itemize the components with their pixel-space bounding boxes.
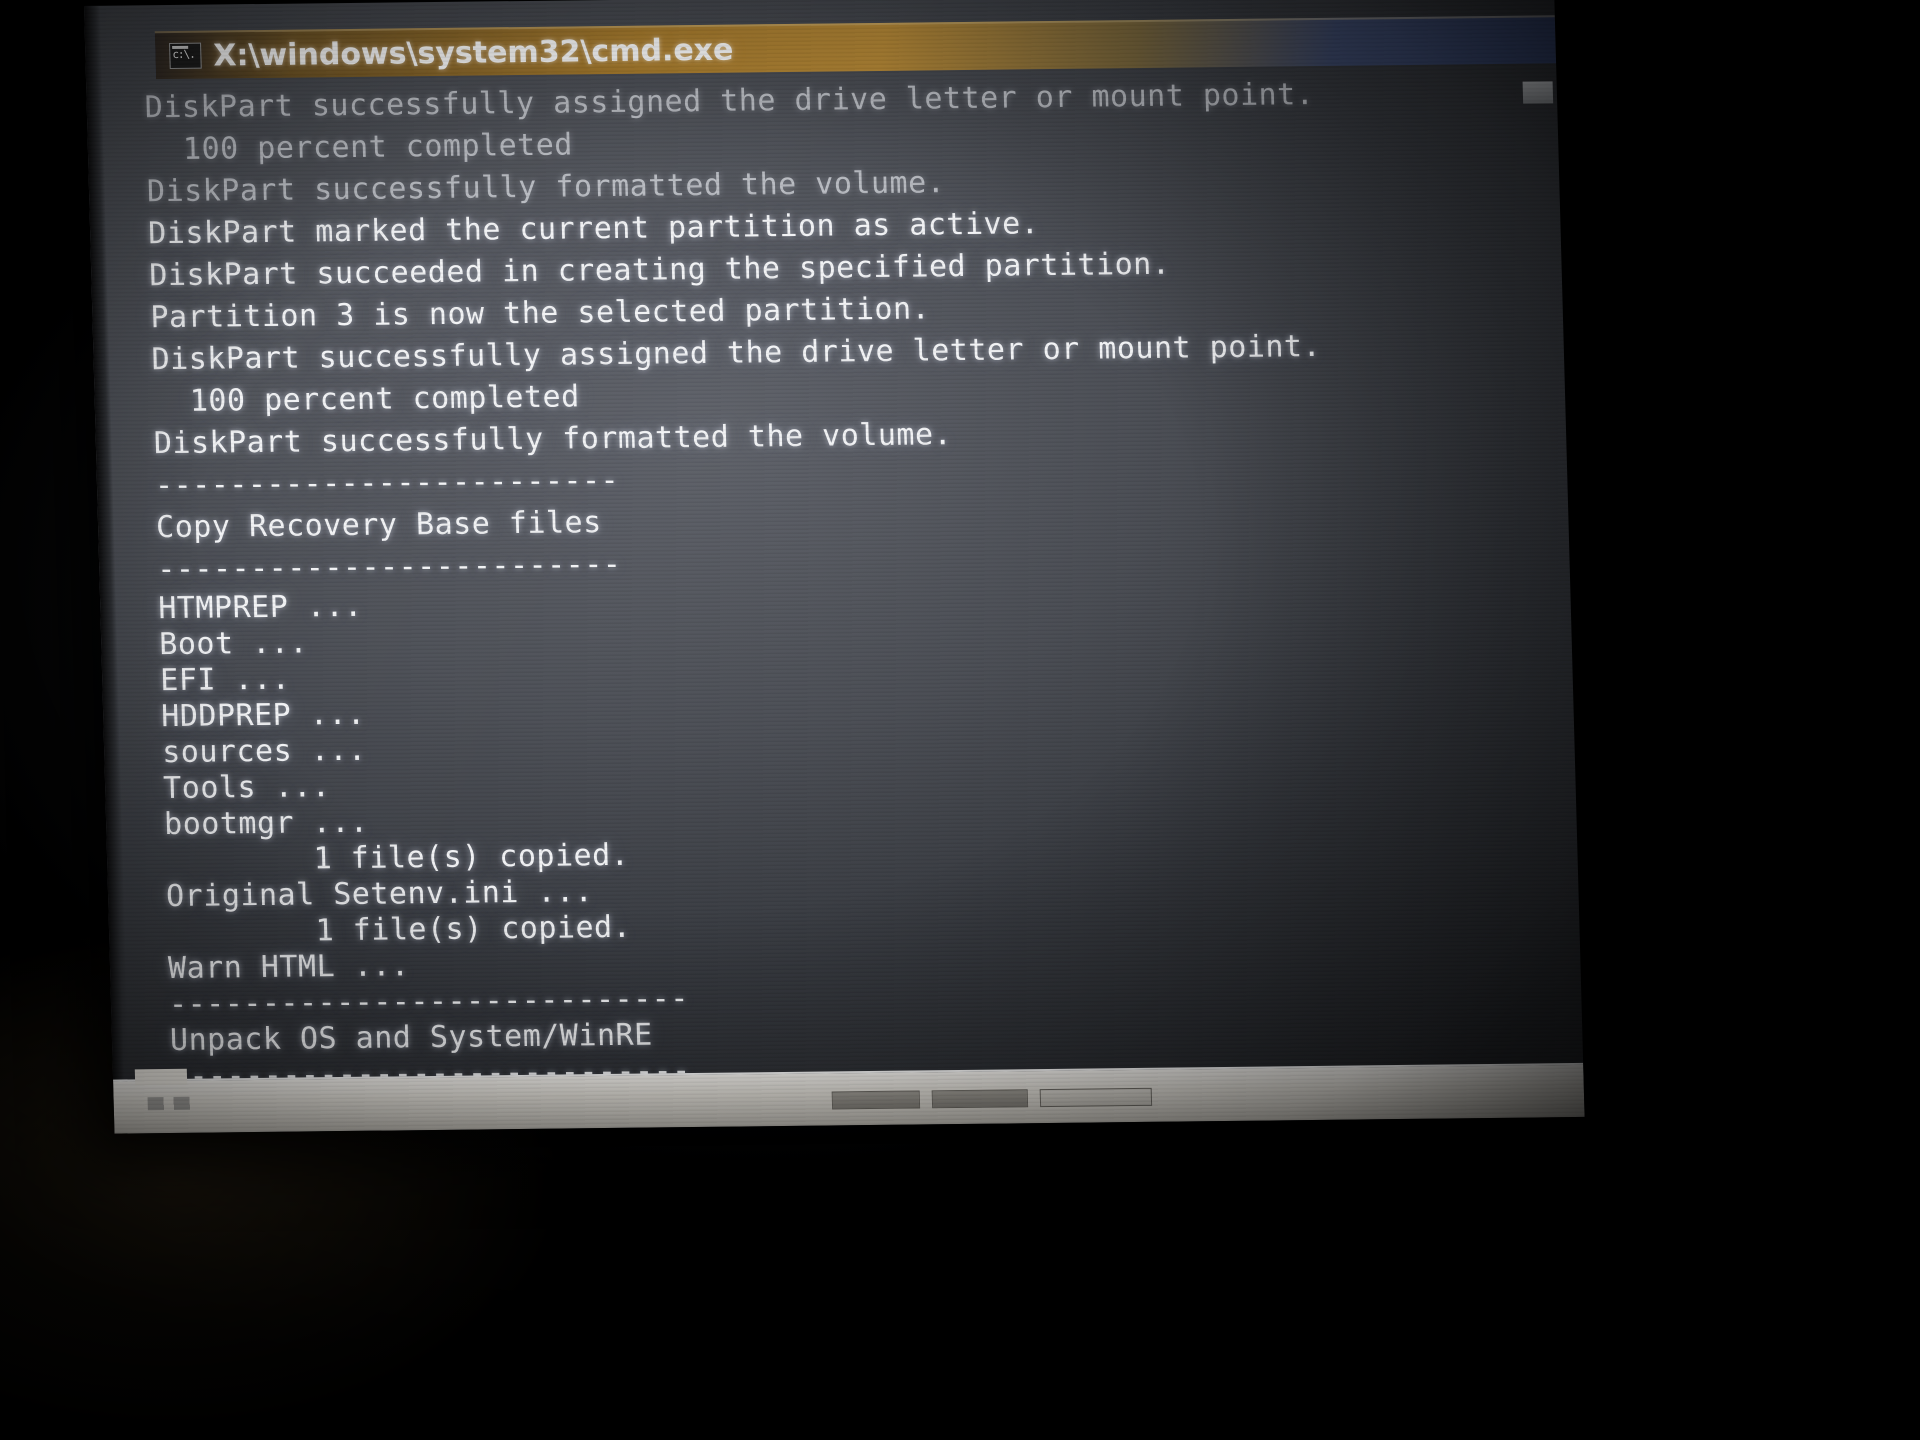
screen-left-bezel-edge <box>84 5 131 1134</box>
start-button[interactable] <box>134 1068 188 1086</box>
taskbar-button[interactable] <box>1039 1087 1153 1108</box>
window-title-bar[interactable]: X:\windows\system32\cmd.exe <box>154 15 1557 80</box>
cmd-console-icon[interactable] <box>169 42 202 70</box>
quick-launch-icons[interactable] <box>147 1095 266 1111</box>
taskbar-button[interactable] <box>831 1090 921 1110</box>
taskbar-button[interactable] <box>931 1089 1029 1109</box>
console-output[interactable]: DiskPart successfully assigned the drive… <box>144 71 1584 1134</box>
monitor-photograph: X:\windows\system32\cmd.exe DiskPart suc… <box>0 0 1920 1440</box>
monitor-screen: X:\windows\system32\cmd.exe DiskPart suc… <box>84 0 1585 1134</box>
window-title: X:\windows\system32\cmd.exe <box>212 32 734 74</box>
